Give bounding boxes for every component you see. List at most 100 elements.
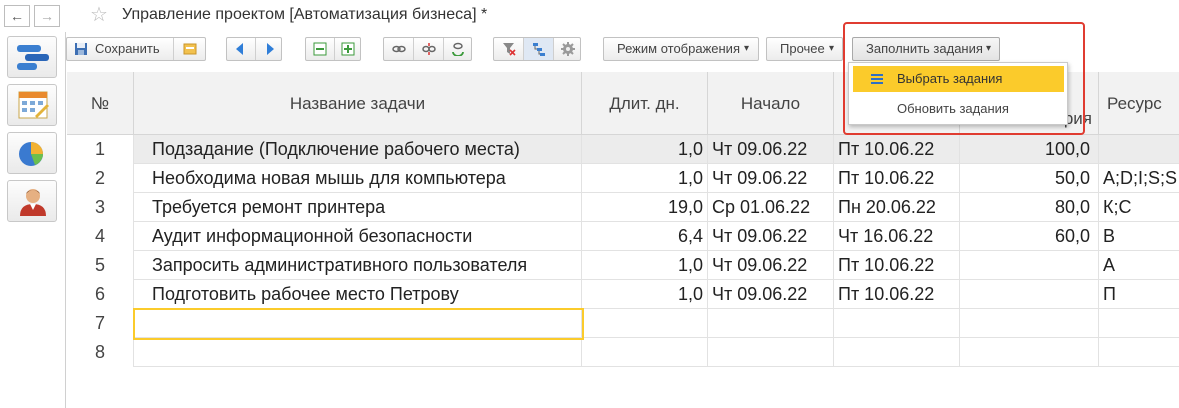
cell-number[interactable]: 6 [67,280,134,309]
cell-task-name[interactable]: Подготовить рабочее место Петрову [134,280,582,309]
cell-number[interactable]: 7 [67,309,134,338]
star-icon[interactable]: ☆ [90,4,108,26]
settings-button[interactable] [553,38,581,60]
cell-start[interactable] [708,309,834,338]
cell-resources[interactable]: А [1099,251,1179,280]
arrow-right-icon [267,43,274,55]
cell-end[interactable]: Пт 10.06.22 [834,251,960,280]
unlink-button[interactable] [413,38,443,60]
cell-end[interactable]: Пт 10.06.22 [834,164,960,193]
gear-icon [561,42,575,56]
post-button[interactable] [173,38,206,60]
cell-task-name[interactable]: Запросить административного пользователя [134,251,582,280]
post-icon [183,43,197,55]
table-row[interactable]: 4 Аудит информационной безопасности 6,4 Чт … [67,222,1179,251]
cell-percent[interactable] [960,251,1099,280]
cell-duration[interactable]: 19,0 [582,193,708,222]
col-header-start[interactable]: Начало [708,72,834,135]
cell-end[interactable] [834,309,960,338]
table-row[interactable]: 1 Подзадание (Подключение рабочего места)… [67,135,1179,164]
table-row[interactable]: 7 [67,309,1179,338]
display-mode-button[interactable]: Режим отображения ▾ [603,37,759,61]
cell-percent[interactable]: 80,0 [960,193,1099,222]
cell-start[interactable]: Чт 09.06.22 [708,251,834,280]
cell-duration[interactable]: 6,4 [582,222,708,251]
cell-end[interactable] [834,338,960,367]
cell-start[interactable]: Чт 09.06.22 [708,164,834,193]
col-header-number[interactable]: № [67,72,134,135]
other-button[interactable]: Прочее ▾ [766,37,843,61]
cell-end[interactable]: Пт 10.06.22 [834,135,960,164]
cell-duration[interactable]: 1,0 [582,251,708,280]
cell-resources[interactable] [1099,135,1179,164]
cell-end[interactable]: Чт 16.06.22 [834,222,960,251]
menu-item-update-tasks[interactable]: Обновить задания [853,96,1064,122]
table-row[interactable]: 8 [67,338,1179,367]
save-icon [75,43,87,55]
link-button[interactable] [384,38,413,60]
cell-number[interactable]: 3 [67,193,134,222]
fill-tasks-button[interactable]: Заполнить задания ▾ [852,37,1000,61]
cell-resources[interactable]: П [1099,280,1179,309]
clear-filter-button[interactable] [494,38,523,60]
cell-duration[interactable]: 1,0 [582,135,708,164]
menu-item-select-tasks[interactable]: Выбрать задания [853,66,1064,92]
cell-end[interactable]: Пт 10.06.22 [834,280,960,309]
user-button[interactable] [7,180,57,222]
cell-task-name[interactable]: Подзадание (Подключение рабочего места) [134,135,582,164]
cell-number[interactable]: 4 [67,222,134,251]
table-row[interactable]: 2 Необходима новая мышь для компьютера 1,0… [67,164,1179,193]
table-row[interactable]: 6 Подготовить рабочее место Петрову 1,0 Чт … [67,280,1179,309]
report-button[interactable] [7,132,57,174]
col-header-name[interactable]: Название задачи [134,72,582,135]
refresh-link-button[interactable] [443,38,472,60]
forward-button[interactable]: → [34,5,60,27]
cell-resources[interactable]: A;D;I;S;S [1099,164,1179,193]
cell-percent[interactable] [960,338,1099,367]
collapse-button[interactable] [306,38,334,60]
cell-task-name[interactable]: Необходима новая мышь для компьютера [134,164,582,193]
cell-percent[interactable]: 100,0 [960,135,1099,164]
cell-percent[interactable] [960,280,1099,309]
cell-resources[interactable] [1099,309,1179,338]
cell-percent[interactable]: 60,0 [960,222,1099,251]
chevron-down-icon: ▾ [744,43,750,54]
cell-percent[interactable]: 50,0 [960,164,1099,193]
cell-number[interactable]: 1 [67,135,134,164]
calendar-button[interactable] [7,84,57,126]
cell-start[interactable]: Чт 09.06.22 [708,280,834,309]
hierarchy-button[interactable] [523,38,553,60]
cell-task-name[interactable]: Аудит информационной безопасности [134,222,582,251]
cell-duration[interactable] [582,309,708,338]
cell-start[interactable]: Чт 09.06.22 [708,222,834,251]
back-button[interactable]: ← [4,5,30,27]
save-button[interactable]: Сохранить [67,38,173,60]
cell-start[interactable]: Чт 09.06.22 [708,135,834,164]
cell-task-name[interactable] [134,309,582,338]
save-label: Сохранить [95,41,160,56]
cell-percent[interactable] [960,309,1099,338]
gantt-button[interactable] [7,36,57,78]
refresh-link-icon [452,42,464,56]
cell-resources[interactable]: В [1099,222,1179,251]
cell-resources[interactable] [1099,338,1179,367]
cell-number[interactable]: 2 [67,164,134,193]
cell-duration[interactable]: 1,0 [582,280,708,309]
cell-duration[interactable]: 1,0 [582,164,708,193]
cell-end[interactable]: Пн 20.06.22 [834,193,960,222]
col-header-resources[interactable]: Ресурс [1099,72,1179,135]
cell-number[interactable]: 8 [67,338,134,367]
table-row[interactable]: 3 Требуется ремонт принтера 19,0 Ср 01.06.2… [67,193,1179,222]
move-right-button[interactable] [255,38,282,60]
cell-start[interactable]: Ср 01.06.22 [708,193,834,222]
cell-start[interactable] [708,338,834,367]
cell-task-name[interactable] [134,338,582,367]
cell-number[interactable]: 5 [67,251,134,280]
table-row[interactable]: 5 Запросить административного пользовател… [67,251,1179,280]
col-header-duration[interactable]: Длит. дн. [582,72,708,135]
cell-resources[interactable]: К;С [1099,193,1179,222]
expand-button[interactable] [334,38,361,60]
move-left-button[interactable] [227,38,255,60]
cell-task-name[interactable]: Требуется ремонт принтера [134,193,582,222]
cell-duration[interactable] [582,338,708,367]
